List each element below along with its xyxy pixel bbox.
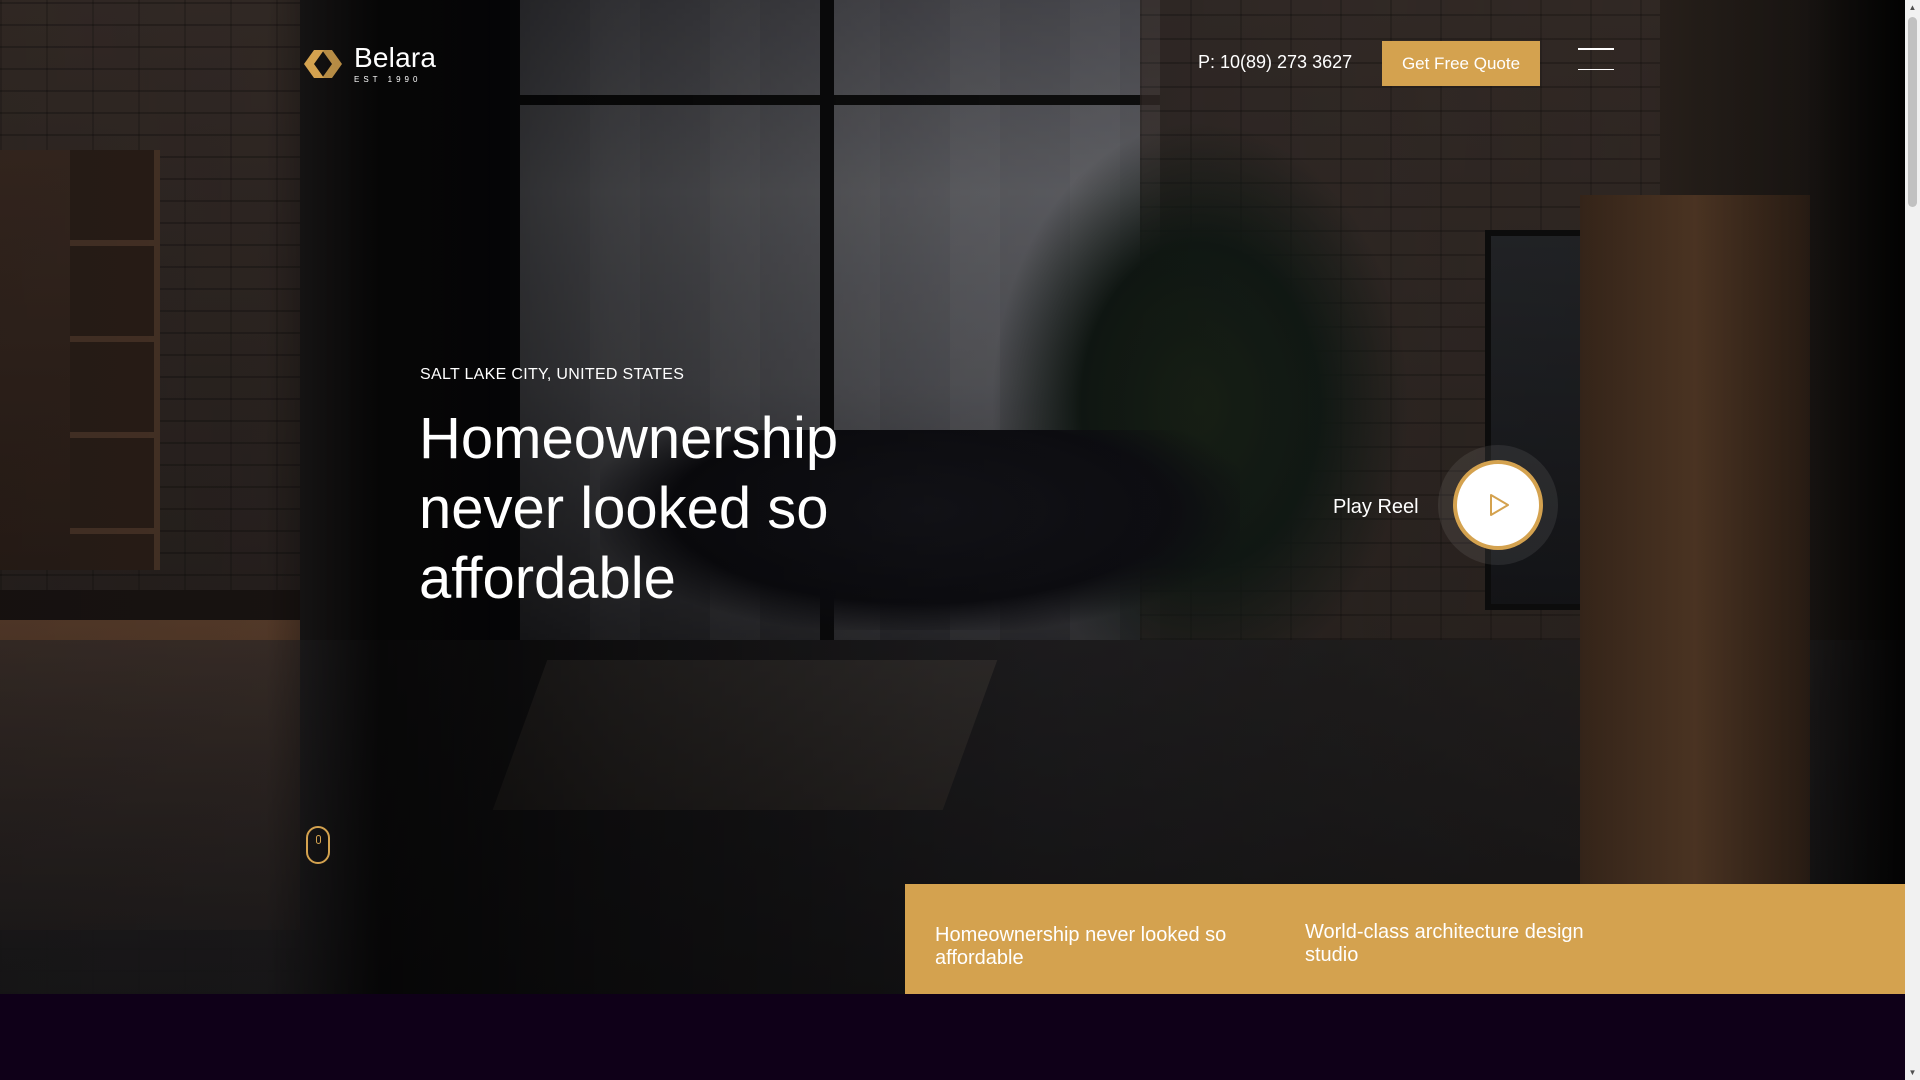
info-bar: Homeownership never looked so affordable… — [905, 884, 1905, 994]
site-logo[interactable]: Belara EST 1990 — [300, 44, 436, 84]
hero-background-image — [0, 0, 1905, 994]
logo-mark-icon — [304, 50, 342, 78]
get-free-quote-button[interactable]: Get Free Quote — [1382, 41, 1540, 86]
info-item-affordable[interactable]: Homeownership never looked so affordable — [935, 924, 1255, 970]
hamburger-icon[interactable] — [1578, 48, 1614, 70]
page-scrollbar[interactable]: ▲ ▼ — [1905, 0, 1920, 1080]
scroll-down-arrow-icon[interactable]: ▼ — [1905, 1065, 1920, 1080]
phone-number[interactable]: P: 10(89) 273 3627 — [1198, 52, 1352, 73]
mouse-scroll-icon[interactable] — [306, 826, 330, 864]
play-reel-label[interactable]: Play Reel — [1333, 496, 1419, 519]
scroll-up-arrow-icon[interactable]: ▲ — [1905, 0, 1920, 15]
next-section-band — [0, 994, 1905, 1080]
play-reel-button[interactable] — [1453, 460, 1543, 550]
logo-established: EST 1990 — [354, 75, 422, 84]
logo-name: Belara — [354, 42, 437, 73]
hero-location: SALT LAKE CITY, UNITED STATES — [420, 366, 685, 383]
info-item-design-studio[interactable]: World-class architecture design studio — [1305, 921, 1635, 967]
play-icon — [1490, 494, 1509, 516]
scrollbar-thumb[interactable] — [1908, 17, 1917, 207]
hero-headline: Homeownership never looked so affordable — [419, 406, 839, 611]
